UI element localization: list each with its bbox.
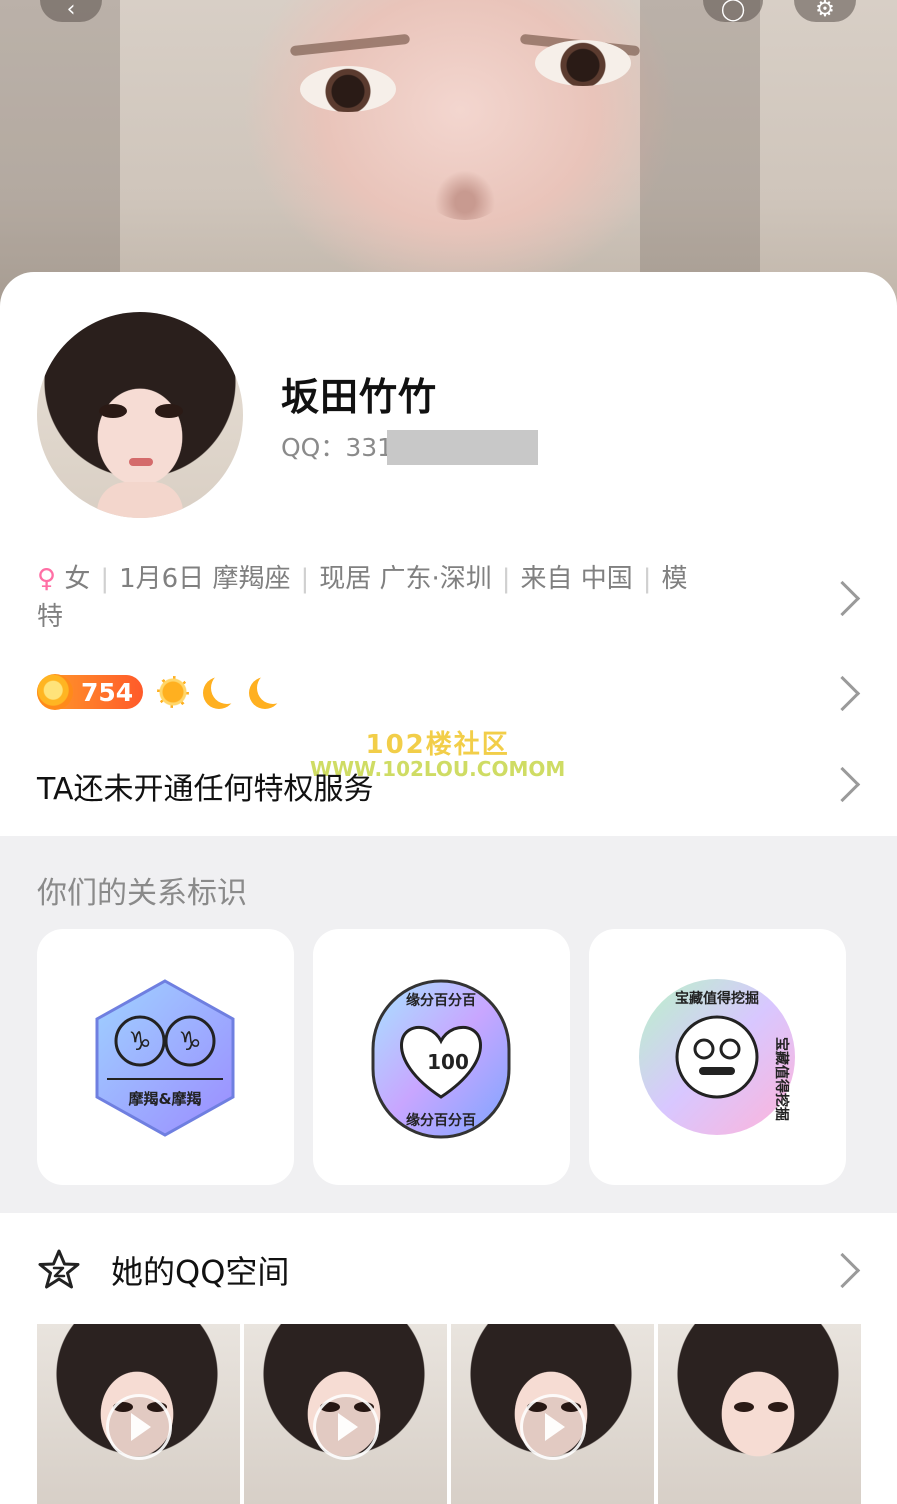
qzone-star-icon (38, 1249, 80, 1289)
divider: | (300, 564, 310, 594)
level-badge: 754 (37, 674, 144, 710)
moon-icon (211, 672, 243, 704)
qq-redaction (387, 430, 538, 465)
user-icon: ◯ (720, 0, 746, 22)
occupation-text-2: 特 (37, 602, 64, 632)
chevron-right-icon[interactable] (824, 1252, 861, 1289)
treasure-ring-top: 宝藏值得挖掘 (675, 990, 759, 1007)
cover-brow-left (289, 33, 411, 57)
cover-eye-left (300, 66, 396, 112)
sun-icon (157, 676, 190, 708)
badge-ring-bottom: 缘分百分百 (406, 1112, 476, 1129)
avatar-eye-left (99, 404, 127, 418)
relation-badge-treasure[interactable]: 宝藏值得挖掘 宝藏值得挖掘 (589, 929, 846, 1185)
play-icon (520, 1394, 586, 1460)
capricorn-symbol-left: ♑ (128, 1027, 151, 1057)
badge-ring-top: 缘分百分百 (406, 992, 476, 1009)
divider: | (501, 564, 511, 594)
relation-badge-100[interactable]: 100 缘分百分百 缘分百分百 (313, 929, 570, 1185)
watermark-line-1: 102楼社区 (365, 730, 510, 760)
badge-100-text: 100 (427, 1050, 469, 1074)
level-value: 754 (81, 677, 134, 707)
relation-title: 你们的关系标识 (37, 876, 247, 911)
cover-nose (425, 160, 505, 220)
cover-eye-right (535, 40, 631, 86)
avatar-lips (129, 458, 153, 466)
privilege-text[interactable]: TA还未开通任何特权服务 (37, 764, 374, 808)
gender-text: 女 (64, 564, 91, 594)
thumb-eye (734, 1402, 754, 1412)
qzone-row[interactable]: 她的QQ空间 (37, 1245, 289, 1295)
relation-caption: 摩羯&摩羯 (128, 1090, 201, 1108)
treasure-ring-side: 宝藏值得挖掘 (773, 1037, 790, 1121)
avatar-neck (97, 482, 183, 518)
settings-button[interactable]: ⚙ (794, 0, 856, 22)
female-icon: ♀ (37, 564, 57, 594)
capricorn-symbol-right: ♑ (178, 1027, 201, 1057)
chevron-left-icon: ‹ (66, 0, 76, 22)
qzone-video-thumb[interactable] (244, 1324, 447, 1504)
divider: | (642, 564, 652, 594)
qq-level-row[interactable]: 754 (37, 672, 281, 712)
qzone-photo-thumb[interactable] (658, 1324, 861, 1504)
birthday-text: 1月6日 摩羯座 (119, 564, 291, 594)
profile-name: 坂田竹竹 (281, 375, 438, 419)
avatar-eye-right (155, 404, 183, 418)
origin-text: 来自 中国 (520, 564, 633, 594)
qzone-video-thumb[interactable] (451, 1324, 654, 1504)
thumb-eye (768, 1402, 788, 1412)
coin-icon (37, 674, 73, 710)
qzone-title: 她的QQ空间 (111, 1253, 290, 1291)
divider: | (100, 564, 110, 594)
moon-icon (257, 672, 289, 704)
play-icon (313, 1394, 379, 1460)
relation-badge-capricorn[interactable]: ♑ ♑ 摩羯&摩羯 (37, 929, 294, 1185)
qzone-video-thumb[interactable] (37, 1324, 240, 1504)
residence-text: 现居 广东·深圳 (319, 564, 492, 594)
profile-info-row[interactable]: ♀ 女 | 1月6日 摩羯座 | 现居 广东·深圳 | 来自 中国 | 模 特 (37, 560, 797, 636)
occupation-text-1: 模 (661, 564, 688, 594)
qq-number[interactable]: QQ：331 (281, 428, 393, 464)
gear-icon: ⚙ (815, 0, 835, 22)
play-icon (106, 1394, 172, 1460)
avatar[interactable] (37, 312, 243, 518)
